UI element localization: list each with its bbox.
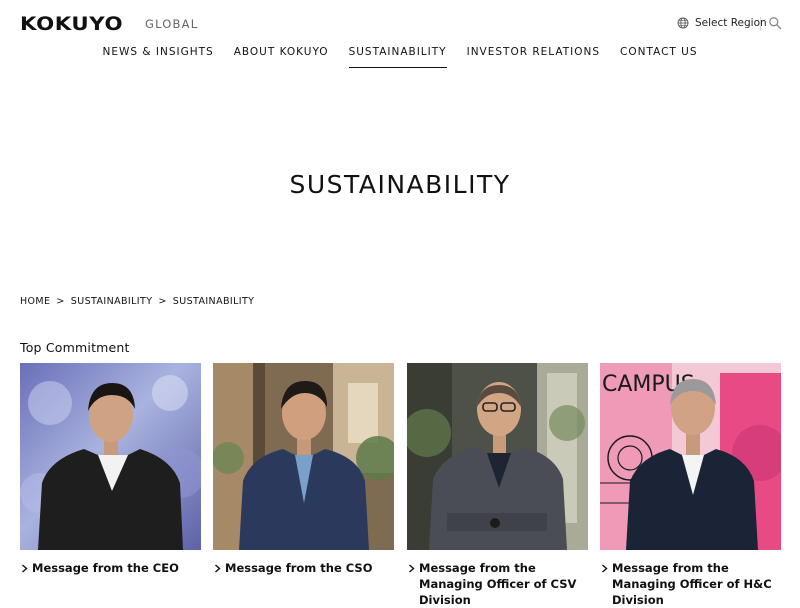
card-ceo-caption[interactable]: Message from the CEO [20,560,201,576]
card-cso-caption[interactable]: Message from the CSO [213,560,394,576]
globe-icon [677,17,689,29]
card-cso-message[interactable]: Message from the CSO [213,363,394,576]
logo-wordmark: KOKUYO [20,13,124,35]
breadcrumb-current: SUSTAINABILITY [172,296,255,307]
card-hc-caption[interactable]: Message from the Managing Officer of H&C… [600,560,781,608]
select-region-label: Select Region [695,17,767,29]
card-cso-label: Message from the CSO [225,561,373,575]
section-title-top-commitment: Top Commitment [20,340,130,355]
header-divider [760,17,761,31]
ceo-photo [20,363,201,550]
nav-investor-relations[interactable]: INVESTOR RELATIONS [467,46,600,68]
card-hc-message[interactable]: CAMPUS Message from the Managing Officer… [600,363,781,608]
nav-about-kokuyo[interactable]: ABOUT KOKUYO [234,46,329,68]
card-ceo-label: Message from the CEO [32,561,179,575]
commitment-cards: Message from the CEO Message from the CS… [20,363,781,607]
logo-subtitle: GLOBAL [145,17,199,31]
card-ceo-message[interactable]: Message from the CEO [20,363,201,576]
select-region-button[interactable]: Select Region [677,17,767,29]
chevron-right-icon [602,564,608,573]
csv-officer-photo [407,363,588,550]
nav-contact-us[interactable]: CONTACT US [620,46,697,68]
breadcrumb-separator: > [158,296,167,307]
hc-officer-photo: CAMPUS [600,363,781,550]
breadcrumb-sustainability[interactable]: SUSTAINABILITY [71,296,153,307]
card-hc-label: Message from the Managing Officer of H&C… [612,561,772,607]
main-nav: NEWS & INSIGHTS ABOUT KOKUYO SUSTAINABIL… [0,46,800,68]
breadcrumb: HOME > SUSTAINABILITY > SUSTAINABILITY [20,296,254,307]
chevron-right-icon [409,564,415,573]
card-csv-caption[interactable]: Message from the Managing Officer of CSV… [407,560,588,608]
card-csv-label: Message from the Managing Officer of CSV… [419,561,577,607]
site-header: KOKUYO GLOBAL Select Region NEWS & INSIG… [0,0,800,80]
breadcrumb-separator: > [56,296,65,307]
search-icon[interactable] [768,16,782,30]
kokuyo-logo[interactable]: KOKUYO [20,14,123,34]
nav-sustainability[interactable]: SUSTAINABILITY [348,46,447,68]
chevron-right-icon [215,564,221,573]
page-title: SUSTAINABILITY [289,170,511,199]
nav-news-insights[interactable]: NEWS & INSIGHTS [102,46,213,68]
card-csv-message[interactable]: Message from the Managing Officer of CSV… [407,363,588,608]
breadcrumb-home[interactable]: HOME [20,296,50,307]
chevron-right-icon [22,564,28,573]
cso-photo [213,363,394,550]
